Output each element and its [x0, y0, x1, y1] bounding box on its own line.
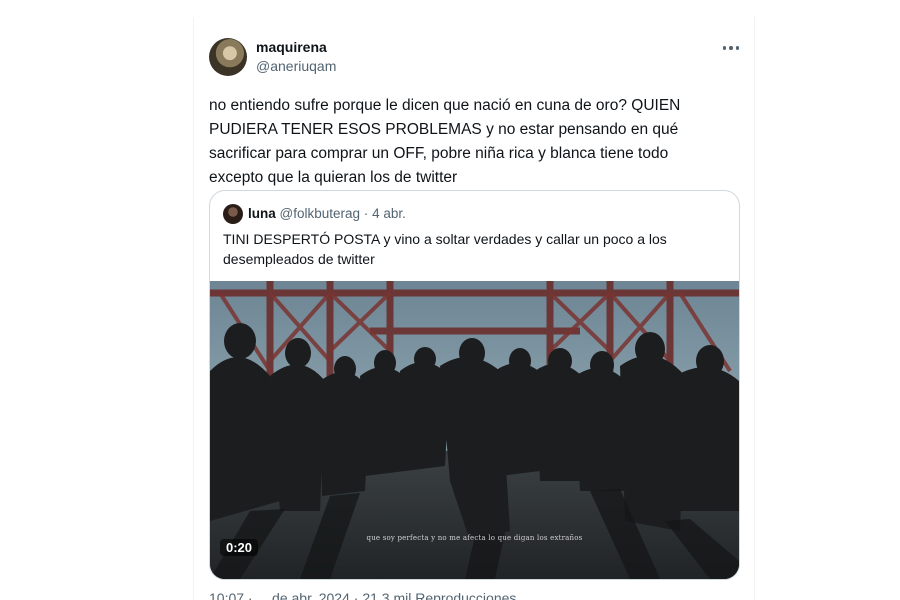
author-name[interactable]: maquirena: [256, 39, 327, 55]
tweet-metadata: 10:07 · ... de abr. 2024 · 21,3 mil Repr…: [209, 590, 517, 600]
quoted-text: TINI DESPERTÓ POSTA y vino a soltar verd…: [223, 231, 667, 267]
quoted-avatar[interactable]: [223, 204, 243, 224]
video-player[interactable]: que soy perfecta y no me afecta lo que d…: [210, 281, 739, 579]
video-caption: que soy perfecta y no me afecta lo que d…: [366, 534, 583, 542]
more-options-icon[interactable]: [716, 36, 746, 60]
page: maquirena @aneriuqam no entiendo sufre p…: [0, 0, 900, 600]
avatar[interactable]: [209, 38, 247, 76]
quoted-date[interactable]: 4 abr.: [372, 206, 406, 221]
tweet-text: no entiendo sufre porque le dicen que na…: [209, 97, 681, 186]
quoted-author-name[interactable]: luna: [248, 206, 276, 221]
author-handle[interactable]: @aneriuqam: [256, 58, 336, 74]
quoted-separator: ·: [363, 206, 369, 221]
quoted-header: luna @folkbuterag · 4 abr.: [248, 206, 406, 221]
video-duration: 0:20: [220, 539, 259, 556]
quoted-author-handle[interactable]: @folkbuterag: [280, 206, 361, 221]
quoted-tweet[interactable]: luna @folkbuterag · 4 abr. TINI DESPERTÓ…: [209, 190, 740, 580]
